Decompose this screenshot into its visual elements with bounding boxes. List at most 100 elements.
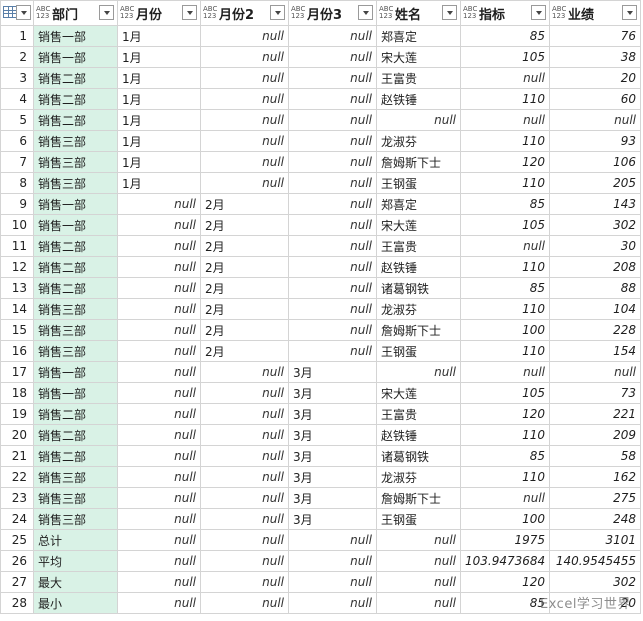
table-cell[interactable]: 3101 — [549, 529, 641, 551]
table-cell[interactable]: 赵铁锤 — [376, 424, 461, 446]
table-cell[interactable]: 100 — [460, 508, 550, 530]
table-cell[interactable]: 销售三部 — [33, 487, 118, 509]
table-row[interactable]: 17 销售一部 null null 3月 null null null — [0, 361, 641, 383]
null-cell[interactable]: null — [549, 109, 641, 131]
table-cell[interactable]: 73 — [549, 382, 641, 404]
table-row[interactable]: 22 销售三部 null null 3月 龙淑芬 110 162 — [0, 466, 641, 488]
table-cell[interactable]: 302 — [549, 214, 641, 236]
table-cell[interactable]: 3月 — [288, 445, 377, 467]
table-cell[interactable]: 销售三部 — [33, 340, 118, 362]
table-row[interactable]: 4 销售二部 1月 null null 赵铁锤 110 60 — [0, 88, 641, 110]
null-cell[interactable]: null — [288, 571, 377, 593]
table-cell[interactable]: 郑喜定 — [376, 193, 461, 215]
table-row[interactable]: 11 销售二部 null 2月 null 王富贵 null 30 — [0, 235, 641, 257]
table-cell[interactable]: 110 — [460, 88, 550, 110]
table-cell[interactable]: 3月 — [288, 403, 377, 425]
table-cell[interactable]: 110 — [460, 424, 550, 446]
null-cell[interactable]: null — [200, 109, 289, 131]
table-row[interactable]: 7 销售三部 1月 null null 詹姆斯下士 120 106 — [0, 151, 641, 173]
table-cell[interactable]: 3月 — [288, 508, 377, 530]
any-type-icon[interactable]: ABC 123 — [120, 6, 136, 20]
table-cell[interactable]: 王富贵 — [376, 403, 461, 425]
null-cell[interactable]: null — [200, 466, 289, 488]
table-cell[interactable]: 275 — [549, 487, 641, 509]
table-cell[interactable]: 2月 — [200, 193, 289, 215]
table-cell[interactable]: 3月 — [288, 382, 377, 404]
null-cell[interactable]: null — [376, 361, 461, 383]
null-cell[interactable]: null — [200, 46, 289, 68]
table-cell[interactable]: 205 — [549, 172, 641, 194]
column-header-name[interactable]: ABC 123 姓名 — [376, 0, 461, 26]
table-row[interactable]: 27 最大 null null null null 120 302 — [0, 571, 641, 593]
null-cell[interactable]: null — [200, 382, 289, 404]
table-cell[interactable]: 110 — [460, 256, 550, 278]
null-cell[interactable]: null — [117, 298, 201, 320]
null-cell[interactable]: null — [288, 592, 377, 614]
null-cell[interactable]: null — [288, 46, 377, 68]
table-cell[interactable]: 2月 — [200, 340, 289, 362]
table-cell[interactable]: 110 — [460, 466, 550, 488]
null-cell[interactable]: null — [117, 277, 201, 299]
null-cell[interactable]: null — [200, 592, 289, 614]
null-cell[interactable]: null — [460, 67, 550, 89]
any-type-icon[interactable]: ABC 123 — [36, 6, 52, 20]
table-cell[interactable]: 销售一部 — [33, 382, 118, 404]
table-cell[interactable]: 221 — [549, 403, 641, 425]
table-cell[interactable]: 143 — [549, 193, 641, 215]
table-cell[interactable]: 3月 — [288, 466, 377, 488]
null-cell[interactable]: null — [117, 592, 201, 614]
table-cell[interactable]: 88 — [549, 277, 641, 299]
table-cell[interactable]: 93 — [549, 130, 641, 152]
table-row[interactable]: 19 销售二部 null null 3月 王富贵 120 221 — [0, 403, 641, 425]
table-row[interactable]: 5 销售二部 1月 null null null null null — [0, 109, 641, 131]
table-row[interactable]: 26 平均 null null null null 103.9473684 140.95454… — [0, 550, 641, 572]
table-cell[interactable]: 140.9545455 — [549, 550, 641, 572]
table-cell[interactable]: 销售二部 — [33, 445, 118, 467]
null-cell[interactable]: null — [117, 550, 201, 572]
any-type-icon[interactable]: ABC 123 — [463, 6, 479, 20]
null-cell[interactable]: null — [376, 592, 461, 614]
table-cell[interactable]: 20 — [549, 67, 641, 89]
table-cell[interactable]: 2月 — [200, 298, 289, 320]
null-cell[interactable]: null — [117, 445, 201, 467]
null-cell[interactable]: null — [288, 67, 377, 89]
table-cell[interactable]: 宋大莲 — [376, 214, 461, 236]
table-cell[interactable]: 销售二部 — [33, 67, 118, 89]
table-cell[interactable]: 销售三部 — [33, 319, 118, 341]
table-cell[interactable]: 2月 — [200, 256, 289, 278]
table-cell[interactable]: 詹姆斯下士 — [376, 487, 461, 509]
table-cell[interactable]: 1月 — [117, 67, 201, 89]
table-cell[interactable]: 总计 — [33, 529, 118, 551]
table-row[interactable]: 3 销售二部 1月 null null 王富贵 null 20 — [0, 67, 641, 89]
table-row[interactable]: 9 销售一部 null 2月 null 郑喜定 85 143 — [0, 193, 641, 215]
table-row[interactable]: 1 销售一部 1月 null null 郑喜定 85 76 — [0, 25, 641, 47]
null-cell[interactable]: null — [117, 571, 201, 593]
table-cell[interactable]: 3月 — [288, 361, 377, 383]
table-row[interactable]: 13 销售二部 null 2月 null 诸葛钢铁 85 88 — [0, 277, 641, 299]
table-cell[interactable]: 248 — [549, 508, 641, 530]
table-cell[interactable]: 110 — [460, 130, 550, 152]
filter-dropdown-icon[interactable] — [442, 5, 457, 20]
table-cell[interactable]: 王富贵 — [376, 235, 461, 257]
table-cell[interactable]: 110 — [460, 172, 550, 194]
table-cell[interactable]: 3月 — [288, 424, 377, 446]
null-cell[interactable]: null — [200, 130, 289, 152]
table-cell[interactable]: 龙淑芬 — [376, 130, 461, 152]
table-row[interactable]: 16 销售三部 null 2月 null 王钢蛋 110 154 — [0, 340, 641, 362]
table-row[interactable]: 15 销售三部 null 2月 null 詹姆斯下士 100 228 — [0, 319, 641, 341]
table-cell[interactable]: 85 — [460, 25, 550, 47]
null-cell[interactable]: null — [117, 235, 201, 257]
table-cell[interactable]: 销售三部 — [33, 508, 118, 530]
table-cell[interactable]: 销售三部 — [33, 298, 118, 320]
null-cell[interactable]: null — [200, 445, 289, 467]
null-cell[interactable]: null — [288, 109, 377, 131]
null-cell[interactable]: null — [200, 550, 289, 572]
table-row[interactable]: 25 总计 null null null null 1975 3101 — [0, 529, 641, 551]
null-cell[interactable]: null — [200, 571, 289, 593]
table-cell[interactable]: 最大 — [33, 571, 118, 593]
null-cell[interactable]: null — [549, 361, 641, 383]
table-cell[interactable]: 赵铁锤 — [376, 88, 461, 110]
table-cell[interactable]: 销售二部 — [33, 109, 118, 131]
filter-dropdown-icon[interactable] — [99, 5, 114, 20]
null-cell[interactable]: null — [117, 424, 201, 446]
